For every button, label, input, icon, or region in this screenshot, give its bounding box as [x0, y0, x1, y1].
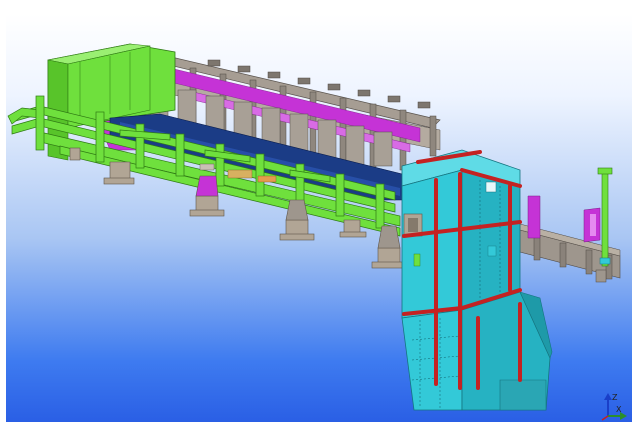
axis-z-label: Z: [612, 393, 618, 402]
application-window: Z X: [0, 0, 640, 440]
3d-model-viewport[interactable]: Z X: [6, 14, 632, 422]
axis-x-label: X: [616, 405, 622, 414]
axis-triad-icon: Z X: [601, 393, 627, 421]
right-outfeed-conveyor: [519, 167, 621, 283]
model-canvas[interactable]: Z X: [6, 14, 632, 422]
